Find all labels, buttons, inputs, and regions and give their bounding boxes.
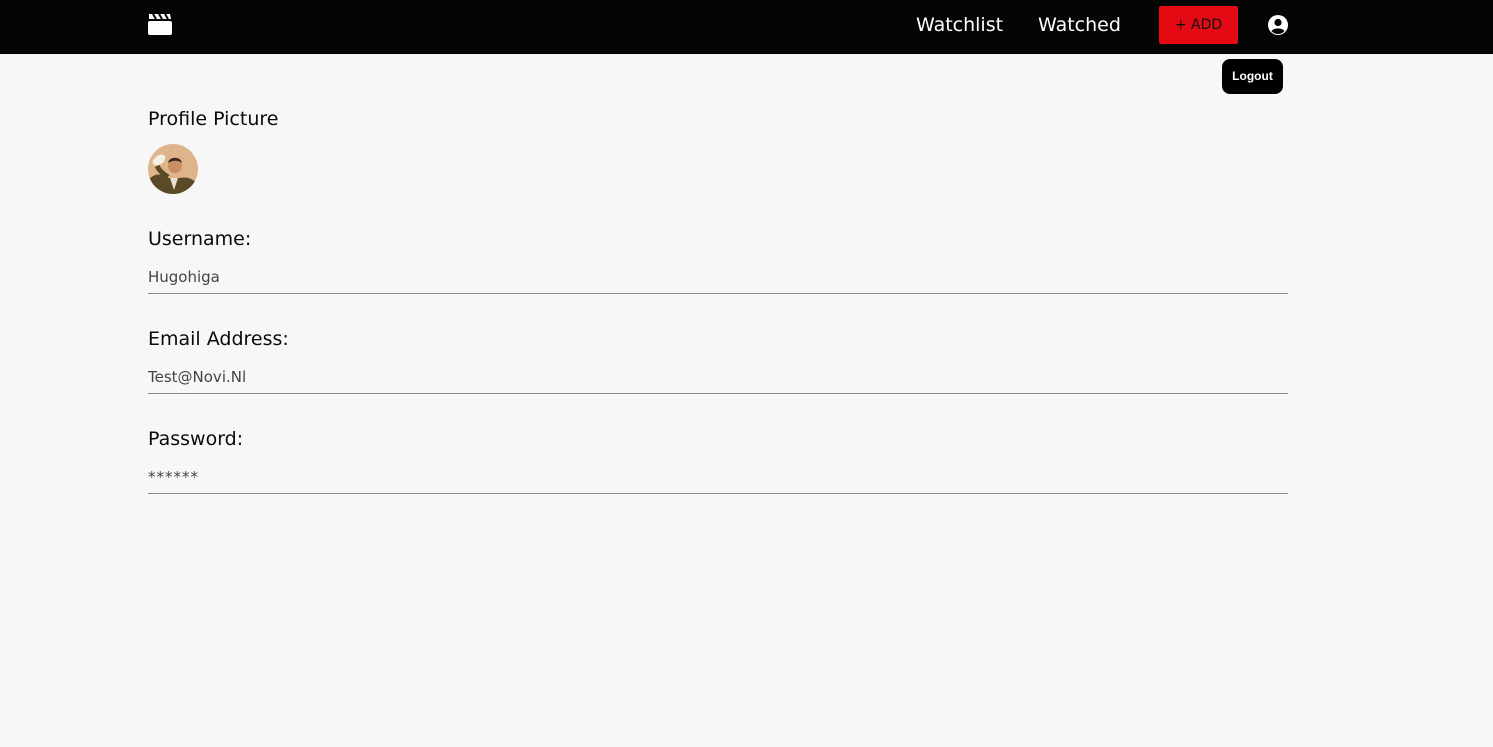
nav-link-watched[interactable]: Watched: [1038, 12, 1121, 38]
avatar: [148, 144, 198, 194]
username-field: Hugohiga: [148, 265, 1288, 294]
username-label: Username:: [148, 228, 252, 250]
nav-link-watchlist[interactable]: Watchlist: [916, 12, 1003, 38]
email-label: Email Address:: [148, 328, 289, 350]
add-button[interactable]: + ADD: [1159, 6, 1238, 44]
top-navbar: Watchlist Watched + ADD: [0, 0, 1493, 54]
logout-button[interactable]: Logout: [1222, 59, 1283, 94]
user-circle-icon[interactable]: [1267, 14, 1289, 36]
clapperboard-icon[interactable]: [148, 13, 172, 35]
email-field: Test@Novi.Nl: [148, 365, 1288, 394]
password-label: Password:: [148, 428, 244, 450]
password-field: ******: [148, 465, 1288, 494]
profile-picture-title: Profile Picture: [148, 108, 279, 130]
